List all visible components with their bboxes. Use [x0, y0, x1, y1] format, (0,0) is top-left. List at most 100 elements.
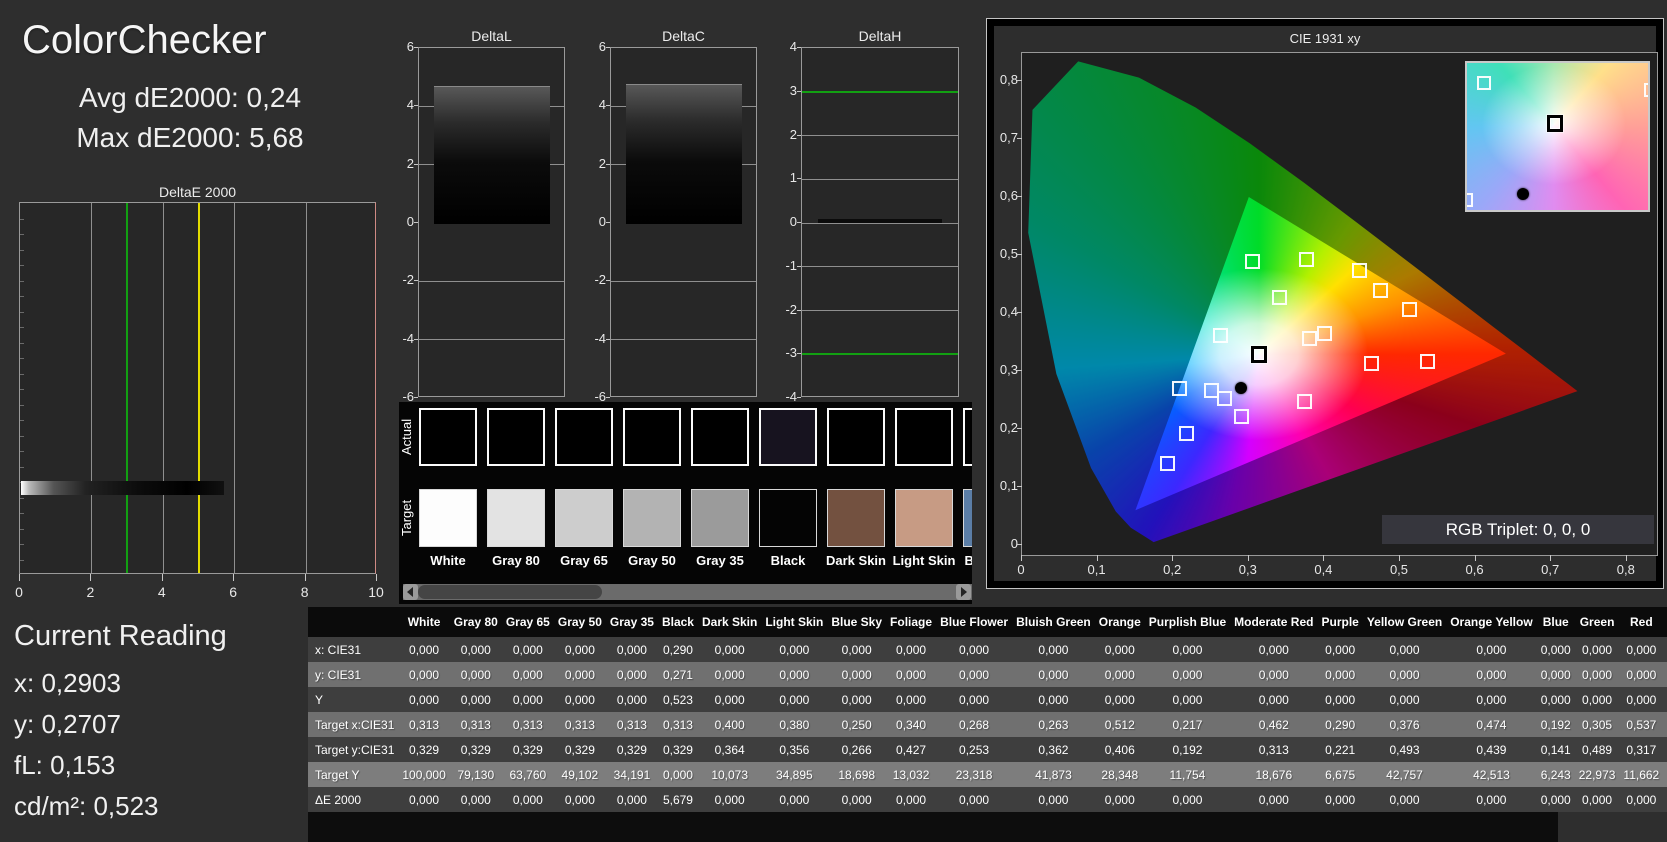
- deltae-row-tick: [20, 529, 24, 530]
- column-header-blue: Blue: [1537, 607, 1575, 637]
- deltal-y-tick: [414, 397, 418, 398]
- cie-whitepoint-target-marker: [1251, 346, 1267, 363]
- table-cell: 0,000: [554, 662, 606, 687]
- table-cell: 0,000: [1663, 787, 1667, 812]
- target-swatch-white[interactable]: [419, 489, 477, 547]
- deltac-y-ticklabel: 0: [574, 214, 606, 230]
- plot-deltac: [610, 47, 757, 397]
- table-cell: 0,000: [1619, 687, 1663, 712]
- deltal-y-ticklabel: 4: [382, 97, 414, 113]
- target-swatch-blue-sky[interactable]: [963, 489, 972, 547]
- table-cell: 5,679: [658, 787, 698, 812]
- table-cell: 0,000: [398, 662, 449, 687]
- cie-target-marker-purplish-blue: [1179, 426, 1194, 441]
- deltae-gridline: [163, 203, 164, 573]
- target-swatch-gray-35[interactable]: [691, 489, 749, 547]
- actual-swatch-gray-50[interactable]: [623, 408, 681, 466]
- row-label: Target x:CIE31: [308, 712, 398, 737]
- column-header-foliage: Foliage: [886, 607, 936, 637]
- table-cell: 0,000: [450, 787, 502, 812]
- table-cell: 22,973: [1575, 762, 1620, 787]
- table-cell: 0,268: [936, 712, 1012, 737]
- cie-x-tick: [1475, 555, 1476, 561]
- table-cell: 0,000: [1575, 787, 1620, 812]
- actual-swatch-gray-80[interactable]: [487, 408, 545, 466]
- deltah-green-limit-line: [802, 91, 958, 93]
- column-header-purple: Purple: [1317, 607, 1362, 637]
- actual-swatch-light-skin[interactable]: [895, 408, 953, 466]
- actual-swatch-black[interactable]: [759, 408, 817, 466]
- table-cell: 0,000: [1363, 787, 1446, 812]
- swatch-scroll-left-button[interactable]: [403, 584, 418, 600]
- cie-x-tick: [1172, 555, 1173, 561]
- deltae-yellow-limit-line: [198, 203, 200, 573]
- cie-y-tick: [1017, 138, 1022, 139]
- deltae-row-tick: [20, 250, 24, 251]
- table-cell: 0,000: [1537, 787, 1575, 812]
- actual-swatch-gray-65[interactable]: [555, 408, 613, 466]
- deltae-row-tick: [20, 327, 24, 328]
- deltae-row-tick: [20, 343, 24, 344]
- cie-y-ticklabel: 0,8: [994, 72, 1018, 87]
- deltah-gridline: [802, 135, 958, 136]
- target-swatch-light-skin[interactable]: [895, 489, 953, 547]
- target-swatch-black[interactable]: [759, 489, 817, 547]
- table-cell: 0,000: [1230, 662, 1317, 687]
- table-cell: 0,406: [1095, 737, 1145, 762]
- deltah-y-ticklabel: -3: [765, 345, 797, 361]
- table-row: x: CIE310,0000,0000,0000,0000,0000,2900,…: [308, 637, 1667, 662]
- cie-target-marker-bluish-green: [1213, 328, 1228, 343]
- table-cell: 0,000: [827, 787, 886, 812]
- current-reading-x: x: 0,2903: [14, 668, 121, 699]
- deltae-row-tick: [20, 219, 24, 220]
- table-cell: 0,000: [1446, 787, 1536, 812]
- target-swatch-gray-65[interactable]: [555, 489, 613, 547]
- actual-swatch-dark-skin[interactable]: [827, 408, 885, 466]
- table-cell: 0,000: [1363, 687, 1446, 712]
- swatch-panel: ActualTargetWhiteGray 80Gray 65Gray 50Gr…: [399, 402, 972, 604]
- table-cell: 0,000: [1619, 637, 1663, 662]
- table-cell: 0,313: [606, 712, 658, 737]
- table-cell: 0,000: [1619, 662, 1663, 687]
- table-cell: 0,537: [1619, 712, 1663, 737]
- table-cell: 0,362: [1012, 737, 1095, 762]
- table-cell: 0,000: [761, 662, 827, 687]
- deltal-y-tick: [414, 47, 418, 48]
- table-cell: 0,000: [1317, 662, 1362, 687]
- deltae-row-tick: [20, 405, 24, 406]
- target-swatch-dark-skin[interactable]: [827, 489, 885, 547]
- column-header-moderate-red: Moderate Red: [1230, 607, 1317, 637]
- swatch-name-label: Gray 50: [617, 553, 687, 568]
- table-cell: 0,329: [606, 737, 658, 762]
- cie-x-ticklabel: 0,8: [1608, 562, 1644, 577]
- column-header-orange-yellow: Orange Yellow: [1446, 607, 1536, 637]
- cie-target-marker-orange-yellow: [1373, 283, 1388, 298]
- deltac-y-tick: [606, 339, 610, 340]
- table-cell: 0,427: [886, 737, 936, 762]
- table-cell: 79,130: [450, 762, 502, 787]
- table-cell: 0,000: [1317, 787, 1362, 812]
- swatch-scroll-right-button[interactable]: [956, 584, 971, 600]
- table-cell: 0,376: [1363, 712, 1446, 737]
- target-swatch-gray-80[interactable]: [487, 489, 545, 547]
- table-row: Target y:CIE310,3290,3290,3290,3290,3290…: [308, 737, 1667, 762]
- table-cell: 11,754: [1145, 762, 1230, 787]
- table-cell: 0,000: [398, 687, 449, 712]
- current-reading-fl: fL: 0,153: [14, 750, 115, 781]
- actual-swatch-gray-35[interactable]: [691, 408, 749, 466]
- cie-x-ticklabel: 0,5: [1381, 562, 1417, 577]
- plot-deltal: [418, 47, 565, 397]
- swatch-scrollbar-thumb[interactable]: [418, 585, 602, 599]
- cie-target-marker-purple: [1234, 409, 1249, 424]
- deltae-row-tick: [20, 544, 24, 545]
- target-swatch-gray-50[interactable]: [623, 489, 681, 547]
- table-cell: 0,474: [1663, 737, 1667, 762]
- scroll-right-arrow-icon: [961, 587, 967, 597]
- deltac-y-tick: [606, 397, 610, 398]
- column-header-black: Black: [658, 607, 698, 637]
- actual-swatch-white[interactable]: [419, 408, 477, 466]
- current-reading-y: y: 0,2707: [14, 709, 121, 740]
- cie-target-marker-magenta: [1297, 394, 1312, 409]
- deltae-x-tick: [162, 574, 163, 581]
- actual-swatch-blue-sky[interactable]: [963, 408, 972, 466]
